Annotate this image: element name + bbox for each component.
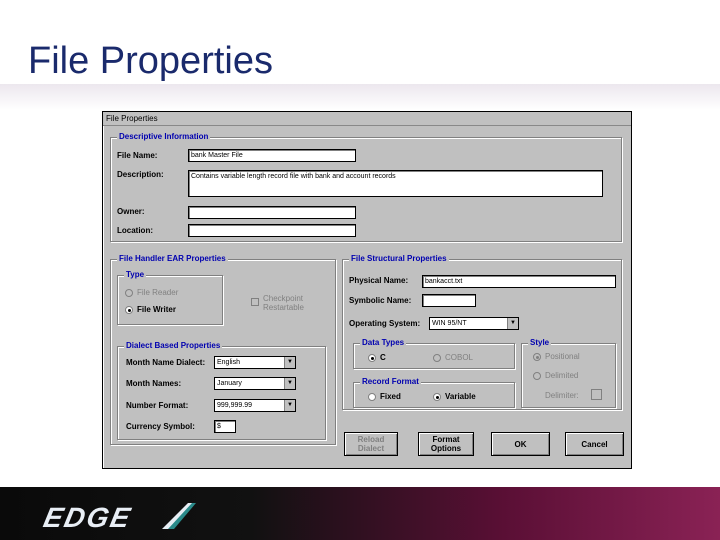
description-field[interactable]: Contains variable length record file wit… <box>188 170 603 197</box>
description-label: Description: <box>117 170 164 179</box>
format-options-button[interactable]: Format Options <box>418 432 474 456</box>
chevron-down-icon[interactable]: ▼ <box>507 318 518 329</box>
cancel-button[interactable]: Cancel <box>565 432 624 456</box>
edge-logo-text: EDGE <box>40 502 135 533</box>
logo-swoosh-icon <box>162 503 196 529</box>
number-format-value: 999,999.99 <box>217 402 253 409</box>
chevron-down-icon[interactable]: ▼ <box>284 357 295 368</box>
file-name-label: File Name: <box>117 151 158 160</box>
type-group-title: Type <box>124 270 147 280</box>
style-delimited-radio[interactable] <box>533 372 541 380</box>
reload-dialect-label-2: Dialect <box>357 444 385 453</box>
os-label: Operating System: <box>349 319 421 328</box>
dialect-group-title: Dialect Based Properties <box>124 341 223 351</box>
file-writer-radio[interactable] <box>125 306 133 314</box>
symbolic-name-label: Symbolic Name: <box>349 296 412 305</box>
record-format-title: Record Format <box>360 377 421 387</box>
symbolic-name-field[interactable] <box>422 294 476 307</box>
file-properties-window: File Properties Descriptive Information … <box>102 111 632 469</box>
file-name-field[interactable]: bank Master File <box>188 149 356 162</box>
delimiter-label: Delimiter: <box>545 391 579 400</box>
month-names-select[interactable]: January ▼ <box>214 377 296 390</box>
structural-group: File Structural Properties Physical Name… <box>342 254 622 410</box>
currency-label: Currency Symbol: <box>126 422 195 431</box>
checkpoint-label-line2: Restartable <box>263 303 304 312</box>
location-label: Location: <box>117 226 153 235</box>
data-type-c-radio[interactable] <box>368 354 376 362</box>
structural-group-title: File Structural Properties <box>349 254 449 264</box>
window-titlebar: File Properties <box>103 112 631 126</box>
chevron-down-icon[interactable]: ▼ <box>284 378 295 389</box>
file-reader-label: File Reader <box>137 288 179 297</box>
month-names-label: Month Names: <box>126 379 182 388</box>
title-shade <box>0 84 720 110</box>
data-types-group: Data Types C COBOL <box>353 338 515 369</box>
footer-bar: EDGE <box>0 487 720 540</box>
currency-field[interactable]: $ <box>214 420 236 433</box>
dialect-group: Dialect Based Properties Month Name Dial… <box>117 341 326 440</box>
file-reader-radio[interactable] <box>125 289 133 297</box>
chevron-down-icon[interactable]: ▼ <box>284 400 295 411</box>
os-value: WIN 95/NT <box>432 320 467 327</box>
style-positional-radio[interactable] <box>533 353 541 361</box>
descriptive-group-title: Descriptive Information <box>117 132 211 142</box>
checkpoint-checkbox[interactable] <box>251 298 259 306</box>
month-dialect-select[interactable]: English ▼ <box>214 356 296 369</box>
handler-group-title: File Handler EAR Properties <box>117 254 228 264</box>
record-format-group: Record Format Fixed Variable <box>353 377 515 408</box>
number-format-select[interactable]: 999,999.99 ▼ <box>214 399 296 412</box>
handler-group: File Handler EAR Properties Type File Re… <box>110 254 336 445</box>
number-format-label: Number Format: <box>126 401 189 410</box>
month-dialect-value: English <box>217 359 240 366</box>
record-variable-label: Variable <box>445 392 476 401</box>
slide-title: File Properties <box>28 40 273 82</box>
record-fixed-label: Fixed <box>380 392 401 401</box>
format-options-label-1: Format <box>432 435 460 444</box>
owner-label: Owner: <box>117 207 145 216</box>
reload-dialect-label-1: Reload <box>357 435 385 444</box>
owner-field[interactable] <box>188 206 356 219</box>
data-type-cobol-radio[interactable] <box>433 354 441 362</box>
descriptive-group: Descriptive Information File Name: bank … <box>110 132 622 242</box>
os-select[interactable]: WIN 95/NT ▼ <box>429 317 519 330</box>
record-fixed-radio[interactable] <box>368 393 376 401</box>
ok-button[interactable]: OK <box>491 432 550 456</box>
style-delimited-label: Delimited <box>545 371 579 380</box>
physical-name-field[interactable]: bankacct.txt <box>422 275 616 288</box>
data-type-cobol-label: COBOL <box>445 353 474 362</box>
delimiter-field[interactable] <box>591 389 602 400</box>
reload-dialect-button[interactable]: Reload Dialect <box>344 432 398 456</box>
data-types-title: Data Types <box>360 338 407 348</box>
file-writer-label: File Writer <box>137 305 176 314</box>
data-type-c-label: C <box>380 353 386 362</box>
style-positional-label: Positional <box>545 352 580 361</box>
style-group: Style Positional Delimited Delimiter: <box>521 338 616 408</box>
physical-name-label: Physical Name: <box>349 276 409 285</box>
type-group: Type File Reader File Writer <box>117 270 223 325</box>
month-dialect-label: Month Name Dialect: <box>126 358 206 367</box>
month-names-value: January <box>217 380 242 387</box>
format-options-label-2: Options <box>430 444 462 453</box>
record-variable-radio[interactable] <box>433 393 441 401</box>
edge-logo: EDGE <box>40 501 202 533</box>
style-group-title: Style <box>528 338 552 348</box>
location-field[interactable] <box>188 224 356 237</box>
